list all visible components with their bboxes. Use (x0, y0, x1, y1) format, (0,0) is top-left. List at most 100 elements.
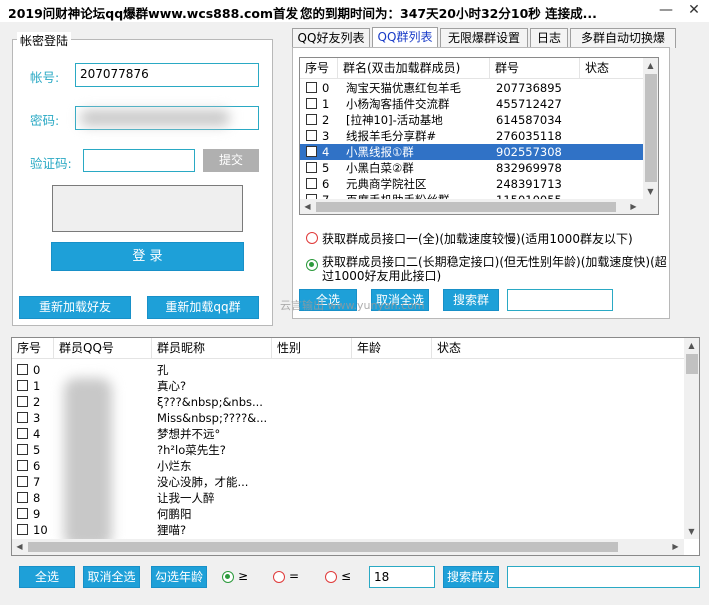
member-row[interactable]: 6 小烂东 (12, 458, 684, 474)
age-input[interactable]: 18 (369, 566, 435, 588)
search-group-button[interactable]: 搜索群 (443, 289, 499, 311)
group-row[interactable]: 3 线报羊毛分享群# 276035118 (300, 128, 643, 144)
col-member-gender[interactable]: 性别 (272, 338, 352, 359)
age-lte-label[interactable]: ≤ (341, 569, 351, 583)
member-row[interactable]: 9 何鹏阳 (12, 506, 684, 522)
member-list[interactable]: 序号 群员QQ号 群员昵称 性别 年龄 状态 0 孔 1 真心? 2 ξ???&nbsp;… (11, 337, 700, 556)
group-list-hscroll-thumb[interactable] (316, 202, 616, 212)
member-scroll-down-icon[interactable]: ▼ (684, 524, 699, 539)
scroll-down-icon[interactable]: ▼ (643, 184, 658, 199)
member-row[interactable]: 1 真心? (12, 378, 684, 394)
option2-label-cont: 过1000好友用此接口) (322, 269, 442, 283)
row-checkbox[interactable] (306, 114, 317, 125)
row-checkbox[interactable] (306, 162, 317, 173)
member-scroll-left-icon[interactable]: ◀ (12, 539, 27, 554)
option1-radio[interactable] (306, 232, 318, 244)
member-row[interactable]: 10 狸喵? (12, 522, 684, 538)
scroll-left-icon[interactable]: ◀ (300, 199, 315, 214)
tab-qq-groups[interactable]: QQ群列表 (372, 27, 438, 49)
member-row[interactable]: 3 Miss&nbsp;????&... (12, 410, 684, 426)
password-redaction (80, 110, 230, 126)
col-status[interactable]: 状态 (580, 58, 643, 79)
row-checkbox[interactable] (306, 130, 317, 141)
col-group-name[interactable]: 群名(双击加载群成员) (338, 58, 490, 79)
search-members-input[interactable] (507, 566, 700, 588)
member-select-all-button[interactable]: 全选 (19, 566, 75, 588)
col-member-nick[interactable]: 群员昵称 (152, 338, 272, 359)
tab-unlimited-settings[interactable]: 无限爆群设置 (440, 28, 528, 48)
group-row[interactable]: 4 小黑线报①群 902557308 (300, 144, 643, 160)
col-group-number[interactable]: 群号 (490, 58, 580, 79)
member-row[interactable]: 2 ξ???&nbsp;&nbs... (12, 394, 684, 410)
tab-qq-friends[interactable]: QQ好友列表 (292, 28, 370, 48)
option2-radio[interactable] (306, 259, 318, 271)
age-eq-label[interactable]: = (289, 569, 299, 583)
close-button[interactable]: ✕ (680, 0, 708, 20)
reload-friends-button[interactable]: 重新加载好友 (19, 296, 131, 319)
member-list-scroll-thumb[interactable] (686, 354, 698, 374)
row-checkbox[interactable] (17, 396, 28, 407)
age-gte-label[interactable]: ≥ (238, 569, 248, 583)
tab-multi-group-switch[interactable]: 多群自动切换爆 (570, 28, 676, 48)
captcha-input[interactable] (83, 149, 195, 172)
group-list[interactable]: 序号 群名(双击加载群成员) 群号 状态 0 淘宝天猫优惠红包羊毛 20773689… (299, 57, 659, 215)
group-list-vscroll[interactable]: ▲ ▼ (643, 58, 658, 199)
captcha-label: 验证码: (30, 156, 72, 171)
group-row[interactable]: 2 [拉神10]-活动基地 614587034 (300, 112, 643, 128)
age-gte-radio[interactable] (222, 571, 234, 583)
scroll-right-icon[interactable]: ▶ (626, 199, 641, 214)
member-row[interactable]: 7 没心没肺，才能... (12, 474, 684, 490)
member-list-vscroll[interactable]: ▲ ▼ (684, 338, 699, 539)
row-checkbox[interactable] (17, 444, 28, 455)
check-age-button[interactable]: 勾选年龄 (151, 566, 207, 588)
member-scroll-right-icon[interactable]: ▶ (668, 539, 683, 554)
row-checkbox[interactable] (306, 82, 317, 93)
row-checkbox[interactable] (17, 412, 28, 423)
row-checkbox[interactable] (17, 460, 28, 471)
search-members-button[interactable]: 搜索群友 (443, 566, 499, 588)
col-member-age[interactable]: 年龄 (352, 338, 432, 359)
row-checkbox[interactable] (17, 524, 28, 535)
search-group-input[interactable] (507, 289, 613, 311)
col-member-index[interactable]: 序号 (12, 338, 54, 359)
row-checkbox[interactable] (17, 380, 28, 391)
col-member-qq[interactable]: 群员QQ号 (54, 338, 152, 359)
login-button[interactable]: 登 录 (51, 242, 244, 271)
reload-groups-button[interactable]: 重新加载qq群 (147, 296, 259, 319)
member-cancel-all-button[interactable]: 取消全选 (83, 566, 140, 588)
row-checkbox[interactable] (17, 476, 28, 487)
option1-label[interactable]: 获取群成员接口一(全)(加载速度较慢)(适用1000群友以下) (322, 230, 633, 247)
member-row[interactable]: 8 让我一人醉 (12, 490, 684, 506)
row-checkbox[interactable] (17, 492, 28, 503)
group-row[interactable]: 6 元典商学院社区 248391713 (300, 176, 643, 192)
cell-idx: 5 (33, 443, 41, 457)
member-list-hscroll[interactable]: ◀ ▶ (12, 539, 684, 555)
col-member-status[interactable]: 状态 (432, 338, 684, 359)
password-input[interactable] (75, 106, 259, 130)
group-list-hscroll[interactable]: ◀ ▶ (300, 199, 643, 214)
member-list-hscroll-thumb[interactable] (28, 542, 618, 552)
col-index[interactable]: 序号 (300, 58, 338, 79)
captcha-submit-button[interactable]: 提交 (203, 149, 259, 172)
member-row[interactable]: 0孔 (12, 362, 684, 378)
row-checkbox[interactable] (17, 508, 28, 519)
tab-log[interactable]: 日志 (530, 28, 568, 48)
row-checkbox[interactable] (306, 146, 317, 157)
group-list-scroll-thumb[interactable] (645, 74, 657, 182)
scroll-up-icon[interactable]: ▲ (643, 58, 658, 73)
age-eq-radio[interactable] (273, 571, 285, 583)
row-checkbox[interactable] (306, 178, 317, 189)
group-row[interactable]: 1 小杨淘客插件交流群 455712427 (300, 96, 643, 112)
cell-nick: Miss&nbsp;????&... (157, 411, 268, 425)
member-scroll-up-icon[interactable]: ▲ (684, 338, 699, 353)
minimize-button[interactable]: — (652, 0, 680, 20)
row-checkbox[interactable] (17, 364, 28, 375)
group-row[interactable]: 5 小黑白菜②群 832969978 (300, 160, 643, 176)
account-input[interactable]: 207077876 (75, 63, 259, 87)
row-checkbox[interactable] (306, 98, 317, 109)
member-row[interactable]: 4 梦想并不远° (12, 426, 684, 442)
member-row[interactable]: 5 ?h²lo菜先生? (12, 442, 684, 458)
row-checkbox[interactable] (17, 428, 28, 439)
age-lte-radio[interactable] (325, 571, 337, 583)
group-row[interactable]: 0 淘宝天猫优惠红包羊毛 207736895 (300, 80, 643, 96)
